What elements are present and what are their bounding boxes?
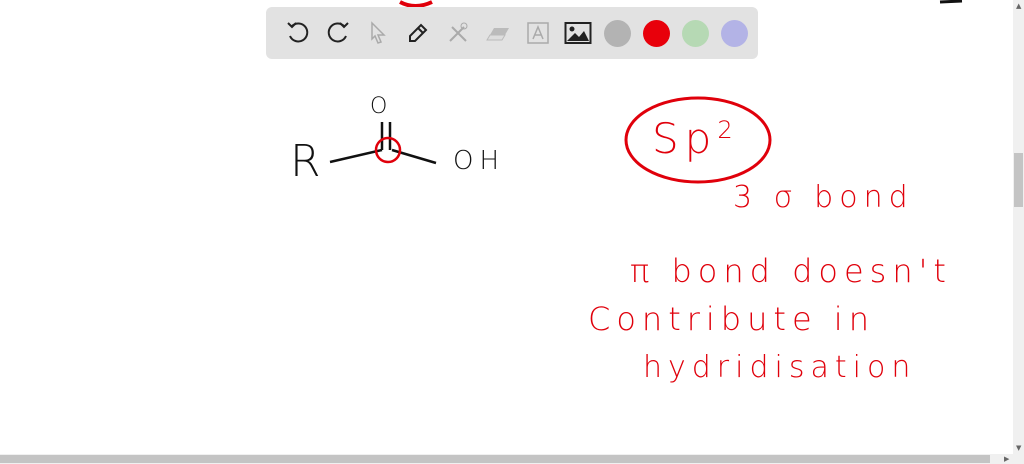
tools-icon	[449, 22, 468, 42]
sp2-label: Sp2	[652, 114, 739, 163]
pi-bond-note: π bond doesn't	[630, 252, 952, 290]
pen-tool[interactable]	[398, 13, 438, 53]
color-purple[interactable]	[721, 19, 748, 47]
color-gray[interactable]	[604, 19, 631, 47]
image-tool[interactable]	[558, 13, 598, 53]
redo-button[interactable]	[318, 13, 358, 53]
image-icon	[564, 22, 592, 44]
partial-red-stroke	[399, 0, 433, 8]
hydroxyl-label: OH	[453, 146, 506, 176]
pen-icon	[409, 23, 428, 42]
vertical-scroll-thumb[interactable]	[1014, 153, 1023, 207]
select-icon	[371, 21, 386, 44]
partial-black-stroke	[939, 0, 963, 4]
horizontal-scrollbar[interactable]: ▶	[0, 454, 1024, 464]
eraser-tool[interactable]	[478, 13, 518, 53]
oxygen-label: O	[370, 94, 394, 119]
undo-icon	[287, 22, 309, 43]
sigma-bond-note: 3 σ bond	[733, 180, 914, 215]
bond-r-c	[329, 148, 383, 164]
whiteboard-canvas[interactable]: R O OH Sp2 3 σ bond π bond doesn't Contr…	[0, 0, 1013, 454]
eraser-icon	[486, 28, 509, 41]
vertical-scrollbar[interactable]: ▲ ▼	[1013, 0, 1024, 454]
shapes-tool[interactable]	[438, 13, 478, 53]
scroll-down-icon[interactable]: ▼	[1016, 444, 1021, 452]
undo-button[interactable]	[278, 13, 318, 53]
ink-strokes	[329, 0, 963, 184]
contribute-note: Contribute in	[588, 300, 875, 338]
color-green[interactable]	[682, 19, 709, 47]
horizontal-scroll-thumb[interactable]	[0, 455, 990, 463]
r-group-label: R	[290, 136, 327, 187]
select-tool[interactable]	[358, 13, 398, 53]
text-icon	[527, 22, 549, 44]
scroll-right-icon[interactable]: ▶	[1004, 455, 1009, 463]
drawing-toolbar	[266, 7, 758, 59]
text-tool[interactable]	[518, 13, 558, 53]
redo-icon	[327, 22, 349, 43]
color-red[interactable]	[643, 19, 670, 47]
hybridisation-note: hydridisation	[643, 350, 917, 385]
scroll-up-icon[interactable]: ▲	[1016, 2, 1021, 10]
